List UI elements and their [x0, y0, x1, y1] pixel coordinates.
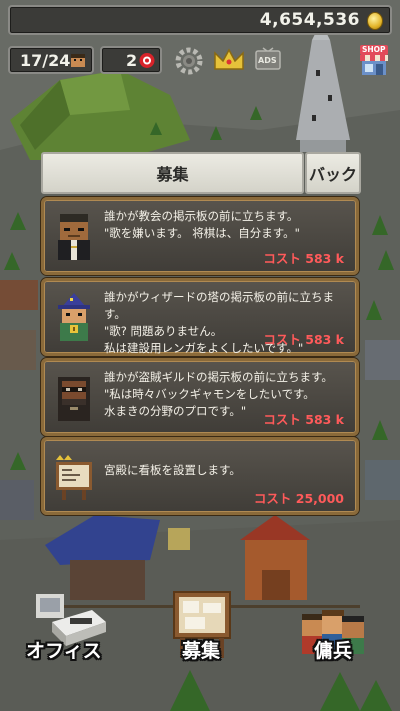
- shop-label: SHOP: [362, 45, 386, 54]
- gem-icon: [139, 53, 155, 68]
- ads-button[interactable]: ADS: [254, 46, 282, 74]
- settings-gear-icon[interactable]: [174, 46, 204, 76]
- recruit-card-cost: コスト 25,000: [253, 491, 344, 506]
- population-value: 17/24: [20, 51, 71, 70]
- coin-icon: [367, 12, 383, 30]
- recruit-card-description: 宮殿に看板を設置します。: [104, 463, 241, 477]
- back-label: バック: [308, 165, 357, 184]
- recruit-card-palace-signboard[interactable]: 宮殿に看板を設置します。 コスト 25,000: [41, 437, 359, 515]
- recruit-card-cost: コスト 583 k: [263, 251, 344, 266]
- gold-amount: 4,654,536: [259, 10, 360, 30]
- gem-value: 2: [126, 51, 138, 70]
- gem-counter: 2: [100, 46, 162, 74]
- thief-portrait-icon: [58, 377, 90, 421]
- ads-label: ADS: [258, 56, 277, 65]
- priest-portrait-icon: [58, 214, 90, 260]
- wizard-portrait-icon: [58, 293, 90, 341]
- nav-office-label: オフィス: [26, 640, 102, 662]
- gold-counter: 4,654,536: [8, 5, 392, 35]
- recruit-card-thief-guild[interactable]: 誰かが盗賊ギルドの掲示板の前に立ちます。 "私は時々バックギャモンをしたいです。…: [41, 358, 359, 436]
- crown-icon[interactable]: [212, 45, 246, 75]
- recruit-card-church[interactable]: 誰かが教会の掲示板の前に立ちます。 "歌を嫌います。 将棋は、自分ます。" コス…: [41, 197, 359, 275]
- nav-recruit-label: 募集: [182, 640, 221, 662]
- recruit-card-cost: コスト 583 k: [263, 332, 344, 347]
- population-counter: 17/24: [8, 46, 94, 74]
- recruit-card-description: 誰かが教会の掲示板の前に立ちます。 "歌を嫌います。 将棋は、自分ます。": [104, 209, 300, 240]
- nav-mercenary-button[interactable]: 傭兵: [298, 608, 368, 666]
- shop-button[interactable]: SHOP: [357, 43, 391, 77]
- nav-mercenary-label: 傭兵: [314, 640, 353, 662]
- signboard-portrait-icon: [56, 455, 92, 500]
- panel-title: 募集: [156, 165, 189, 184]
- recruit-card-cost: コスト 583 k: [263, 412, 344, 427]
- recruit-card-wizard-tower[interactable]: 誰かがウィザードの塔の掲示板の前に立ちます。 "歌? 問題ありません。 私は建設…: [41, 278, 359, 356]
- nav-office-button[interactable]: オフィス: [22, 588, 112, 662]
- recruit-title-tab: 募集: [41, 152, 304, 194]
- back-button[interactable]: バック: [305, 152, 361, 194]
- villager-icon: [71, 54, 85, 67]
- nav-recruit-button[interactable]: 募集: [168, 590, 238, 662]
